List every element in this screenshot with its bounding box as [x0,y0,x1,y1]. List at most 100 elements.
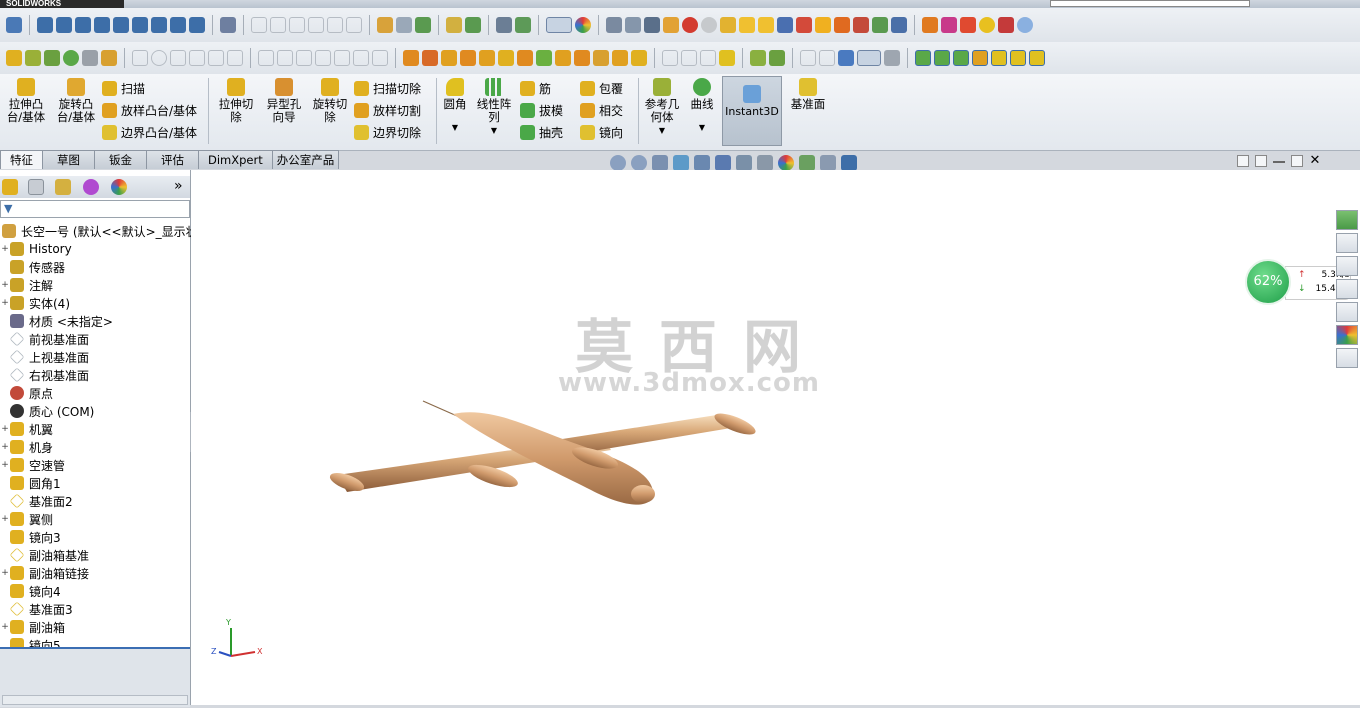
photo-icon[interactable] [922,17,938,33]
tree-item[interactable]: + 注解 [0,276,53,294]
tree-expand-toggle[interactable]: + [0,298,10,308]
boundary-cut-button[interactable]: 边界切除 [354,124,421,141]
feature-icon[interactable] [612,50,628,66]
extrude-boss-button[interactable]: 拉伸凸 台/基体 [4,78,48,124]
tree-expand-toggle[interactable]: + [0,514,10,524]
tree-item[interactable]: + 副油箱链接 [0,564,89,582]
sweep-cut-button[interactable]: 扫描切除 [354,80,421,97]
tree-item[interactable]: 镜向4 [0,582,61,600]
explode-icon[interactable] [872,17,888,33]
resources-tab-icon[interactable] [1336,210,1358,230]
view-orientation-icon[interactable] [715,155,731,171]
datum-plane-button[interactable]: 基准面 [788,78,828,111]
hole-wizard-button[interactable]: 异型孔 向导 [262,78,306,124]
tree-item[interactable]: 前视基准面 [0,330,89,348]
tree-expand-toggle[interactable]: + [0,442,10,452]
select-arrow-icon[interactable] [546,17,572,33]
feature-icon[interactable] [441,50,457,66]
graphics-viewport[interactable]: Y X Z [191,170,1360,705]
mirror-button[interactable]: 镜向 [580,124,623,141]
home-tab-icon[interactable] [1336,233,1358,253]
sketch-icon[interactable] [377,17,393,33]
sweep-button[interactable]: 扫描 [102,80,145,97]
scene-icon[interactable] [941,17,957,33]
tree-item[interactable]: 副油箱基准 [0,546,89,564]
select-filter-icon[interactable] [934,50,950,66]
feature-manager-tab-icon[interactable] [2,179,18,195]
tree-item[interactable]: 原点 [0,384,53,402]
tree-item[interactable]: + 实体(4) [0,294,70,312]
linear-pattern-button[interactable]: 线性阵 列 ▼ [474,78,514,137]
curve-icon[interactable] [769,50,785,66]
filter-icon[interactable] [819,50,835,66]
tree-item[interactable]: 基准面2 [0,492,73,510]
split-icon[interactable] [834,17,850,33]
tree-item[interactable]: 传感器 [0,258,65,276]
tree-expand-toggle[interactable]: + [0,244,10,254]
feature-icon[interactable] [498,50,514,66]
apply-scene-icon[interactable] [799,155,815,171]
feature-icon[interactable] [593,50,609,66]
horizontal-scrollbar[interactable] [2,695,188,705]
tree-item[interactable]: 圆角1 [0,474,61,492]
panel-expand-icon[interactable]: » [174,178,183,194]
triad-icon[interactable] [841,155,857,171]
stack-icon[interactable] [998,17,1014,33]
intersect-button[interactable]: 相交 [580,102,623,119]
view-dimetric-icon[interactable] [170,17,186,33]
draft-button[interactable]: 拔模 [520,102,563,119]
sum-icon[interactable] [777,17,793,33]
select-filter-icon[interactable] [991,50,1007,66]
mate-icon[interactable] [465,17,481,33]
linear-pattern-dropdown-icon[interactable]: ▼ [474,124,514,137]
reference-icon[interactable] [750,50,766,66]
display-manager-tab-icon[interactable] [111,179,127,195]
view-settings-icon[interactable] [820,155,836,171]
stop-icon[interactable] [682,17,698,33]
view-front-icon[interactable] [37,17,53,33]
tree-root[interactable]: 长空一号 (默认<<默认>_显示状 [0,222,198,240]
select-filter-icon[interactable] [953,50,969,66]
tree-expand-toggle[interactable]: + [0,460,10,470]
compare-icon[interactable] [663,17,679,33]
tree-item[interactable]: 右视基准面 [0,366,89,384]
loft-boss-button[interactable]: 放样凸台/基体 [102,102,197,119]
display-style-icon[interactable] [736,155,752,171]
window-icon[interactable] [891,17,907,33]
fillet-toolbar-icon[interactable] [719,50,735,66]
reference-geometry-button[interactable]: 参考几 何体 ▼ [642,78,682,137]
tree-item[interactable]: 基准面3 [0,600,73,618]
airplane-model[interactable] [328,400,758,505]
feature-icon[interactable] [479,50,495,66]
revolve-boss-button[interactable]: 旋转凸 台/基体 [54,78,98,124]
dynamic-annotation-icon[interactable] [694,155,710,171]
tree-expand-toggle[interactable]: + [0,568,10,578]
view-bottom-icon[interactable] [132,17,148,33]
feature-icon[interactable] [517,50,533,66]
appearance-icon[interactable] [575,17,591,33]
view-orientation-icon[interactable] [496,17,512,33]
edit-appearance-icon[interactable] [778,155,794,171]
feature-icon[interactable] [403,50,419,66]
revolve-cut-button[interactable]: 旋转切 除 [308,78,352,124]
shell-button[interactable]: 抽壳 [520,124,563,141]
select-arrow-icon[interactable] [857,50,881,66]
tree-item[interactable]: + 机翼 [0,420,53,438]
tree-expand-toggle[interactable]: + [0,280,10,290]
feature-icon[interactable] [555,50,571,66]
tree-item[interactable]: 上视基准面 [0,348,89,366]
check-icon[interactable] [758,17,774,33]
feature-icon[interactable] [536,50,552,66]
curves-button[interactable]: 曲线 ▼ [686,78,718,134]
close-icon[interactable]: ✕ [1309,154,1321,167]
tree-expand-toggle[interactable]: + [0,622,10,632]
section-view-icon[interactable] [515,17,531,33]
render-icon[interactable] [960,17,976,33]
loft-cut-button[interactable]: 放样切割 [354,102,421,119]
tab-evaluate[interactable]: 评估 [146,150,199,169]
point-icon[interactable] [63,50,79,66]
warning-icon[interactable] [815,17,831,33]
property-manager-tab-icon[interactable] [28,179,44,195]
tree-item[interactable]: 质心 (COM) [0,402,94,420]
dimxpert-manager-tab-icon[interactable] [83,179,99,195]
